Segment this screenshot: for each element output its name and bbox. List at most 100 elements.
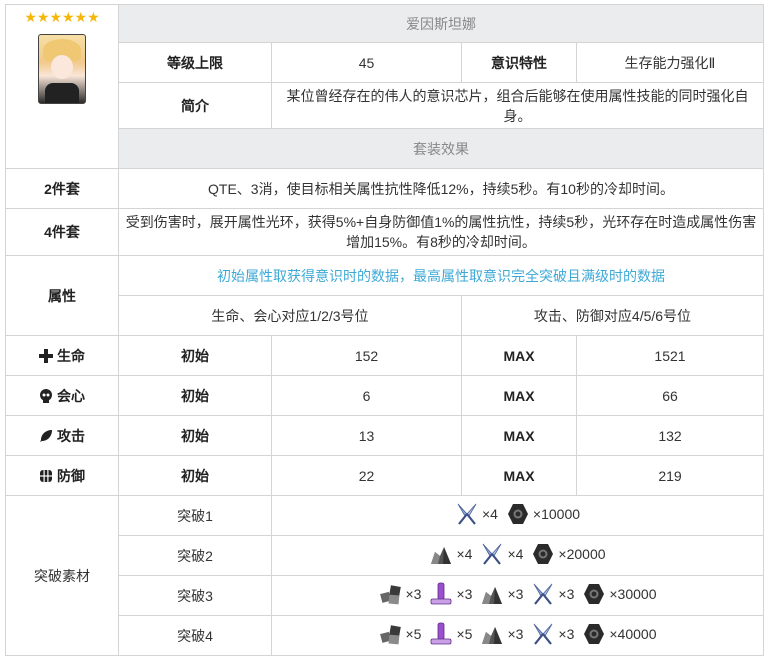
material-item: ×5 bbox=[379, 622, 421, 646]
material-quantity: ×4 bbox=[481, 506, 498, 522]
hex-nut-icon bbox=[531, 542, 558, 566]
attr-initial: 152 bbox=[271, 335, 462, 376]
material-item: ×40000 bbox=[582, 622, 656, 646]
material-item: ×3 bbox=[480, 622, 523, 646]
blade-icon bbox=[531, 622, 558, 646]
tube-icon bbox=[429, 622, 456, 646]
max-label: MAX bbox=[461, 375, 577, 416]
shield-icon bbox=[40, 469, 52, 482]
material-item: ×3 bbox=[379, 582, 422, 606]
attr-max: 219 bbox=[576, 455, 764, 496]
material-item: ×4 bbox=[455, 502, 498, 526]
material-item: ×4 bbox=[480, 542, 523, 566]
slots-left: 生命、会心对应1/2/3号位 bbox=[118, 295, 462, 336]
attr-row-hp: 生命 初始 152 MAX 1521 bbox=[5, 335, 764, 376]
breakthrough-materials: ×4 ×10000 bbox=[271, 495, 764, 536]
initial-label: 初始 bbox=[118, 375, 272, 416]
cubes-icon bbox=[379, 582, 406, 606]
level-cap-label: 等级上限 bbox=[118, 42, 272, 83]
breakthrough-label: 突破素材 bbox=[5, 495, 119, 656]
attr-name: 会心 bbox=[57, 387, 85, 404]
set-2-label: 2件套 bbox=[5, 168, 119, 209]
material-quantity: ×20000 bbox=[558, 546, 606, 562]
material-quantity: ×3 bbox=[405, 586, 422, 602]
material-item: ×30000 bbox=[582, 582, 656, 606]
rarity-stars: ★★★★★★ bbox=[24, 9, 100, 25]
material-quantity: ×3 bbox=[456, 586, 473, 602]
max-label: MAX bbox=[461, 415, 577, 456]
attr-name: 防御 bbox=[57, 467, 85, 484]
intro-text: 某位曾经存在的伟人的意识芯片，组合后能够在使用属性技能的同时强化自身。 bbox=[271, 82, 764, 129]
blade-icon bbox=[531, 582, 558, 606]
trait-value: 生存能力强化Ⅱ bbox=[576, 42, 764, 83]
set-4-text: 受到伤害时，展开属性光环，获得5%+自身防御值1%的属性抗性，持续5秒，光环存在… bbox=[118, 208, 764, 256]
slots-right: 攻击、防御对应4/5/6号位 bbox=[461, 295, 764, 336]
material-quantity: ×40000 bbox=[609, 626, 657, 642]
material-item: ×20000 bbox=[531, 542, 606, 566]
attr-initial: 22 bbox=[271, 455, 462, 496]
breakthrough-stage: 突破4 bbox=[118, 615, 272, 656]
hex-nut-icon bbox=[582, 622, 609, 646]
memory-name: 爱因斯坦娜 bbox=[118, 4, 764, 43]
attr-row-crit: 会心 初始 6 MAX 66 bbox=[5, 375, 764, 416]
initial-label: 初始 bbox=[118, 335, 272, 376]
max-label: MAX bbox=[461, 335, 577, 376]
breakthrough-stage: 突破1 bbox=[118, 495, 272, 536]
cross-icon bbox=[39, 348, 53, 363]
breakthrough-stage: 突破3 bbox=[118, 575, 272, 616]
attr-max: 66 bbox=[576, 375, 764, 416]
ore-icon bbox=[480, 622, 507, 646]
memory-info-table: ★★★★★★ 爱因斯坦娜 等级上限 45 意识特性 生存能力强化Ⅱ 简介 某位曾… bbox=[5, 4, 764, 656]
initial-label: 初始 bbox=[118, 455, 272, 496]
material-quantity: ×5 bbox=[456, 626, 473, 642]
blade-icon bbox=[480, 542, 507, 566]
material-quantity: ×3 bbox=[507, 586, 524, 602]
material-quantity: ×30000 bbox=[609, 586, 657, 602]
material-quantity: ×10000 bbox=[532, 506, 581, 522]
material-item: ×3 bbox=[429, 582, 472, 606]
tube-icon bbox=[429, 582, 456, 606]
level-cap-value: 45 bbox=[271, 42, 462, 83]
trait-label: 意识特性 bbox=[461, 42, 577, 83]
attr-name: 生命 bbox=[57, 347, 85, 364]
attributes-note: 初始属性取获得意识时的数据，最高属性取意识完全突破且满级时的数据 bbox=[118, 255, 764, 296]
attr-initial: 6 bbox=[271, 375, 462, 416]
set-effect-header: 套装效果 bbox=[118, 128, 764, 169]
breakthrough-materials: ×3 ×3 ×3 ×3 ×30000 bbox=[271, 575, 764, 616]
ore-icon bbox=[480, 582, 507, 606]
material-quantity: ×4 bbox=[507, 546, 524, 562]
blade-icon bbox=[455, 502, 482, 526]
material-item: ×10000 bbox=[506, 502, 580, 526]
ore-icon bbox=[429, 542, 456, 566]
attr-name: 攻击 bbox=[57, 427, 85, 444]
intro-label: 简介 bbox=[118, 82, 272, 129]
attr-row-atk: 攻击 初始 13 MAX 132 bbox=[5, 415, 764, 456]
hex-nut-icon bbox=[582, 582, 609, 606]
attr-max: 1521 bbox=[576, 335, 764, 376]
material-item: ×5 bbox=[429, 622, 472, 646]
set-4-label: 4件套 bbox=[5, 208, 119, 256]
breakthrough-stage: 突破2 bbox=[118, 535, 272, 576]
initial-label: 初始 bbox=[118, 415, 272, 456]
max-label: MAX bbox=[461, 455, 577, 496]
attr-max: 132 bbox=[576, 415, 764, 456]
attr-row-def: 防御 初始 22 MAX 219 bbox=[5, 455, 764, 496]
breakthrough-materials: ×4 ×4 ×20000 bbox=[271, 535, 764, 576]
feather-icon bbox=[40, 429, 52, 442]
character-portrait bbox=[38, 34, 86, 104]
material-item: ×3 bbox=[480, 582, 523, 606]
material-item: ×4 bbox=[429, 542, 472, 566]
material-item: ×3 bbox=[531, 622, 574, 646]
material-quantity: ×3 bbox=[507, 626, 524, 642]
material-quantity: ×4 bbox=[456, 546, 473, 562]
hex-nut-icon bbox=[506, 502, 533, 526]
set-2-text: QTE、3消，使目标相关属性抗性降低12%，持续5秒。有10秒的冷却时间。 bbox=[118, 168, 764, 209]
material-quantity: ×3 bbox=[558, 586, 575, 602]
material-quantity: ×3 bbox=[558, 626, 575, 642]
attr-initial: 13 bbox=[271, 415, 462, 456]
cubes-icon bbox=[379, 622, 406, 646]
breakthrough-materials: ×5 ×5 ×3 ×3 ×40000 bbox=[271, 615, 764, 656]
skull-icon bbox=[40, 388, 52, 403]
attributes-label: 属性 bbox=[5, 255, 119, 336]
portrait-cell: ★★★★★★ bbox=[5, 4, 119, 169]
